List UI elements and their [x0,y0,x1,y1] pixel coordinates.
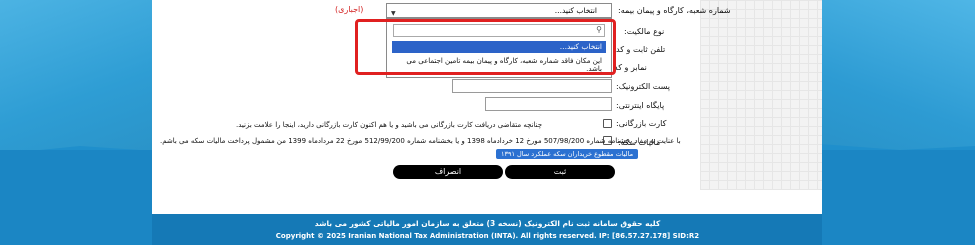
submit-button[interactable]: ثبت [505,165,615,179]
footer-copyright: Copyright © 2025 Iranian National Tax Ad… [275,232,700,240]
email-input[interactable] [452,79,612,93]
footer-rights: کلیه حقوق سامانه ثبت نام الکترونیک (نسخه… [314,219,661,228]
fax-label: نمابر و کد [614,63,647,72]
panel-pattern [700,0,822,190]
cancel-button[interactable]: انصراف [393,165,503,179]
ownership-label: نوع مالکیت: [624,27,665,36]
highlight-box [355,19,616,75]
website-input[interactable] [485,97,612,111]
commerce-card-checkbox[interactable] [603,119,612,128]
required-tag: (اجباری) [335,5,364,14]
coin-tax-badge[interactable]: مالیات مقطوع خریداران سکه عملکرد سال ۱۳۹… [496,149,639,159]
commerce-card-label: کارت بازرگانی: [616,119,667,128]
branch-select[interactable]: انتخاب کنید... ▼ [386,3,612,18]
email-label: پست الکترونیک: [616,82,671,91]
branch-label: شماره شعبه، کارگاه و پیمان بیمه: [618,6,731,15]
website-label: پایگاه اینترنتی: [616,101,665,110]
phone-label: تلفن ثابت و کد [616,45,666,54]
branch-select-value: انتخاب کنید... [554,6,597,15]
background-left [0,0,170,150]
commerce-card-note: چنانچه متقاضی دریافت کارت بازرگانی می با… [236,121,543,129]
coin-tax-note: با عنایت به مفاد بخشنامه شماره 507/98/20… [160,137,681,145]
